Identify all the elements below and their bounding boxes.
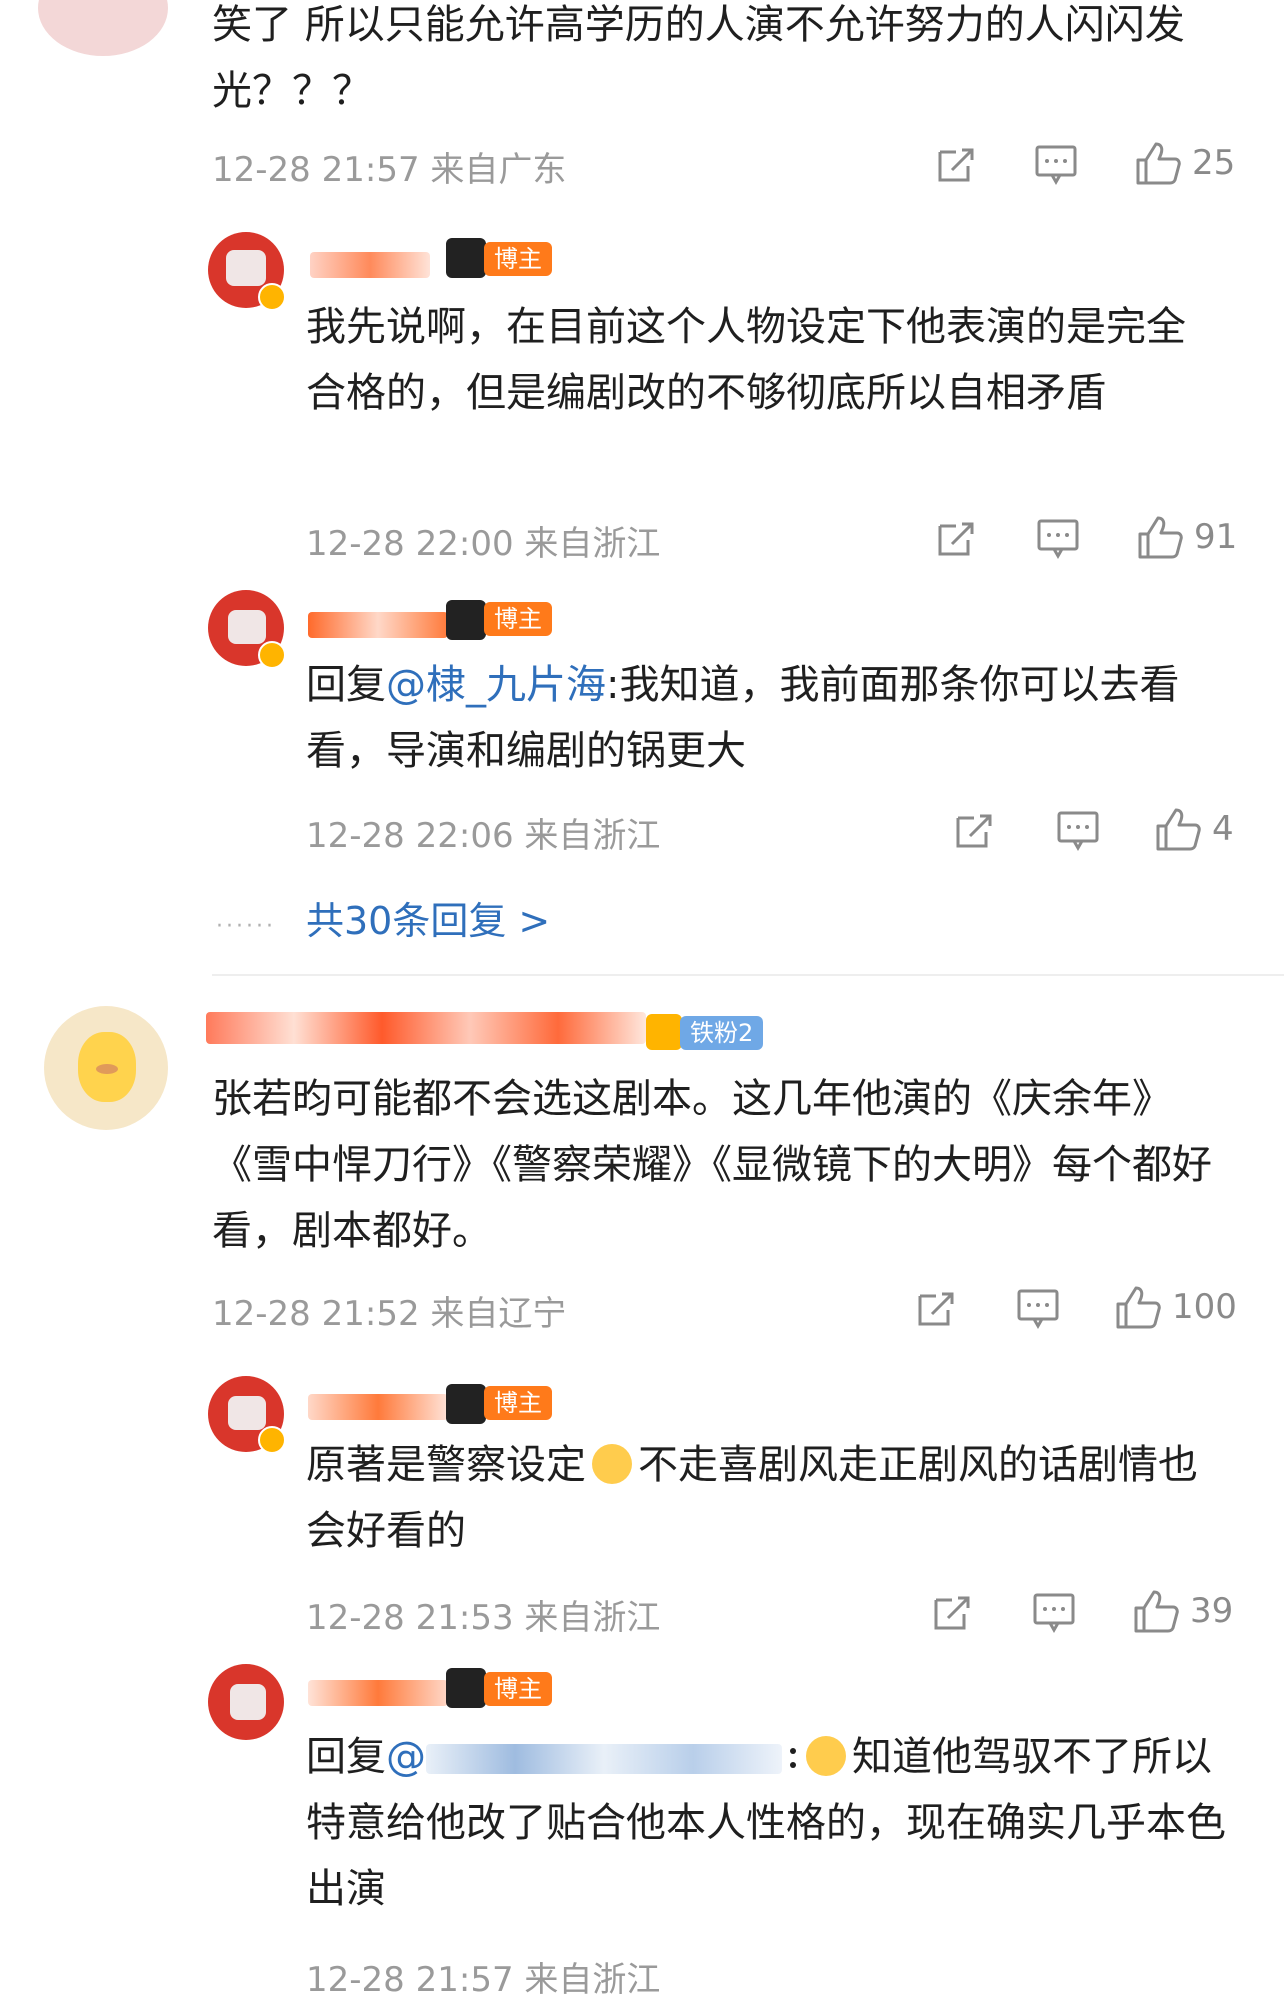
share-icon <box>934 1596 970 1630</box>
share-icon <box>938 522 974 556</box>
username[interactable] <box>308 1680 448 1706</box>
fan-badge: 铁粉2 <box>680 1016 764 1050</box>
more-replies-link[interactable]: 共30条回复 > <box>306 890 550 945</box>
verified-icon <box>258 283 286 311</box>
share-icon <box>938 148 974 182</box>
badge: 博主 <box>484 1386 552 1420</box>
reply-prefix: 回复 <box>306 662 386 708</box>
username[interactable] <box>310 252 430 278</box>
reply-meta: 12-28 21:57 来自浙江 <box>306 1960 661 2000</box>
reply-text: 原著是警察设定 不走喜剧风走正剧风的话剧情也会好看的 <box>306 1432 1226 1564</box>
fan-icon <box>646 1014 682 1050</box>
reply-meta: 12-28 21:53 来自浙江 <box>306 1598 661 1638</box>
comment-icon <box>1017 1289 1059 1330</box>
reply-text: 回复@ 知道他驾驭不了所以特意给他改了贴合他本人性格的，现在确实几乎本色出演 <box>306 1724 1246 1922</box>
separator <box>786 1736 800 1776</box>
share-button[interactable] <box>936 518 978 558</box>
badge: 博主 <box>484 602 552 636</box>
thumbs-up-icon <box>1138 516 1183 559</box>
thumbs-up-icon <box>1134 1590 1179 1633</box>
emoji-icon <box>806 1736 846 1776</box>
share-button[interactable] <box>916 1288 958 1328</box>
like-button[interactable]: 25 <box>1134 140 1235 186</box>
avatar[interactable] <box>44 1006 168 1130</box>
thumbs-up-icon <box>1136 142 1181 185</box>
like-count: 100 <box>1172 1287 1237 1327</box>
emoji-icon <box>592 1444 632 1484</box>
comment-icon <box>1035 145 1077 186</box>
comment-icon <box>1033 1593 1075 1634</box>
comment-button[interactable] <box>1034 144 1078 186</box>
like-count: 25 <box>1192 143 1236 183</box>
verified-icon <box>258 1426 286 1454</box>
reply-prefix: 回复 <box>306 1734 386 1780</box>
comment-text: 笑了 所以只能允许高学历的人演不允许努力的人闪闪发光？？？ <box>212 2 1185 114</box>
level-icon <box>446 600 486 640</box>
level-icon <box>446 1668 486 1708</box>
like-button[interactable]: 100 <box>1114 1284 1237 1330</box>
divider <box>212 974 1284 976</box>
comment-icon <box>1057 811 1099 852</box>
level-icon <box>446 238 486 278</box>
mention-link[interactable]: @ <box>386 1734 426 1780</box>
level-icon <box>446 1384 486 1424</box>
reply-meta: 12-28 22:00 来自浙江 <box>306 524 661 564</box>
comment-meta: 12-28 21:57 来自广东 <box>212 150 567 190</box>
username[interactable] <box>206 1012 646 1044</box>
like-count: 91 <box>1194 517 1238 557</box>
username[interactable] <box>308 612 448 638</box>
share-button[interactable] <box>936 144 978 184</box>
share-button[interactable] <box>932 1592 974 1632</box>
avatar[interactable] <box>208 1664 284 1740</box>
thumbs-up-icon <box>1116 1286 1161 1329</box>
mention-link[interactable]: @棣_九片海 <box>386 662 606 708</box>
badge: 博主 <box>484 242 552 276</box>
like-count: 39 <box>1190 1591 1234 1631</box>
comment-button[interactable] <box>1032 1592 1076 1634</box>
thumbs-up-icon <box>1156 808 1201 851</box>
like-button[interactable]: 39 <box>1132 1588 1233 1634</box>
avatar[interactable] <box>38 0 168 56</box>
comment-icon <box>1037 519 1079 560</box>
reply-text: 回复@棣_九片海:我知道，我前面那条你可以去看看，导演和编剧的锅更大 <box>306 652 1216 784</box>
verified-icon <box>258 641 286 669</box>
like-count: 4 <box>1212 809 1234 849</box>
badge: 博主 <box>484 1672 552 1706</box>
username[interactable] <box>308 1394 448 1420</box>
share-icon <box>956 814 992 848</box>
dots-icon: ······ <box>216 914 276 939</box>
comment-button[interactable] <box>1056 810 1100 852</box>
like-button[interactable]: 91 <box>1136 514 1237 560</box>
reply-text: 我先说啊，在目前这个人物设定下他表演的是完全合格的，但是编剧改的不够彻底所以自相… <box>306 304 1186 416</box>
share-button[interactable] <box>954 810 996 850</box>
comment-text: 张若昀可能都不会选这剧本。这几年他演的《庆余年》《雪中悍刀行》《警察荣耀》《显微… <box>212 1076 1212 1254</box>
reply-meta: 12-28 22:06 来自浙江 <box>306 816 661 856</box>
comment-button[interactable] <box>1016 1288 1060 1330</box>
comment-button[interactable] <box>1036 518 1080 560</box>
comment-meta: 12-28 21:52 来自辽宁 <box>212 1294 567 1334</box>
mention-blur <box>426 1744 782 1774</box>
share-icon <box>918 1292 954 1326</box>
like-button[interactable]: 4 <box>1154 806 1234 852</box>
reply-body: 原著是警察设定 <box>306 1442 586 1488</box>
